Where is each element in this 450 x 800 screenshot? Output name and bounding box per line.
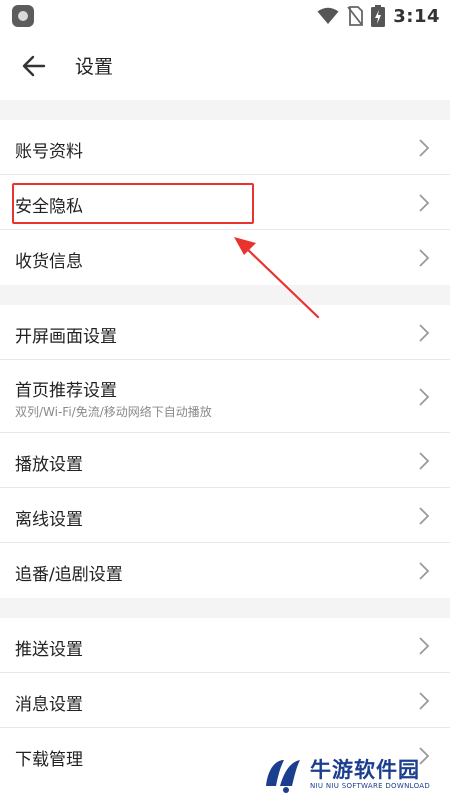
chevron-right-icon bbox=[419, 249, 430, 267]
chevron-right-icon bbox=[419, 324, 430, 342]
chevron-right-icon bbox=[419, 139, 430, 157]
page-title: 设置 bbox=[75, 56, 114, 78]
status-icons: 3:14 bbox=[317, 4, 440, 28]
settings-item-label: 下载管理 bbox=[15, 750, 83, 770]
settings-group-account: 账号资料 安全隐私 收货信息 bbox=[0, 120, 450, 285]
watermark-logo-icon bbox=[266, 760, 300, 793]
settings-item-splash-screen[interactable]: 开屏画面设置 bbox=[0, 305, 450, 360]
app-notification-icon bbox=[12, 5, 34, 27]
watermark: 牛游软件园 NIU NIU SOFTWARE DOWNLOAD bbox=[262, 752, 442, 796]
settings-item-label: 账号资料 bbox=[15, 142, 83, 162]
no-sim-icon bbox=[347, 6, 364, 26]
settings-item-label: 首页推荐设置 bbox=[15, 381, 117, 401]
settings-item-label: 消息设置 bbox=[15, 695, 83, 715]
watermark-name: 牛游软件园 bbox=[310, 758, 420, 782]
settings-item-label: 安全隐私 bbox=[15, 197, 83, 217]
chevron-right-icon bbox=[419, 507, 430, 525]
watermark-subtitle: NIU NIU SOFTWARE DOWNLOAD bbox=[310, 782, 431, 790]
settings-item-account-profile[interactable]: 账号资料 bbox=[0, 120, 450, 175]
settings-item-security-privacy[interactable]: 安全隐私 bbox=[0, 175, 450, 230]
settings-item-subtitle: 双列/Wi-Fi/免流/移动网络下自动播放 bbox=[15, 405, 212, 419]
settings-item-home-recommend[interactable]: 首页推荐设置 双列/Wi-Fi/免流/移动网络下自动播放 bbox=[0, 360, 450, 433]
chevron-right-icon bbox=[419, 692, 430, 710]
status-time: 3:14 bbox=[393, 5, 440, 27]
chevron-right-icon bbox=[419, 388, 430, 406]
status-bar: 3:14 bbox=[0, 0, 450, 32]
chevron-right-icon bbox=[419, 562, 430, 580]
battery-charging-icon bbox=[371, 5, 386, 27]
settings-item-offline[interactable]: 离线设置 bbox=[0, 488, 450, 543]
settings-item-follow-series[interactable]: 追番/追剧设置 bbox=[0, 543, 450, 598]
settings-item-playback[interactable]: 播放设置 bbox=[0, 433, 450, 488]
app-header: 设置 bbox=[0, 32, 450, 100]
chevron-right-icon bbox=[419, 452, 430, 470]
arrow-left-icon bbox=[22, 55, 46, 77]
settings-item-push[interactable]: 推送设置 bbox=[0, 618, 450, 673]
settings-group-playback: 开屏画面设置 首页推荐设置 双列/Wi-Fi/免流/移动网络下自动播放 播放设置… bbox=[0, 305, 450, 598]
settings-item-label: 收货信息 bbox=[15, 252, 83, 272]
wifi-icon bbox=[317, 7, 339, 24]
settings-item-messages[interactable]: 消息设置 bbox=[0, 673, 450, 728]
settings-item-label: 离线设置 bbox=[15, 510, 83, 530]
settings-item-label: 播放设置 bbox=[15, 455, 83, 475]
settings-item-shipping-info[interactable]: 收货信息 bbox=[0, 230, 450, 285]
back-button[interactable] bbox=[16, 48, 52, 84]
chevron-right-icon bbox=[419, 637, 430, 655]
settings-item-label: 追番/追剧设置 bbox=[15, 565, 123, 585]
settings-item-label: 推送设置 bbox=[15, 640, 83, 660]
settings-item-label: 开屏画面设置 bbox=[15, 327, 117, 347]
chevron-right-icon bbox=[419, 194, 430, 212]
